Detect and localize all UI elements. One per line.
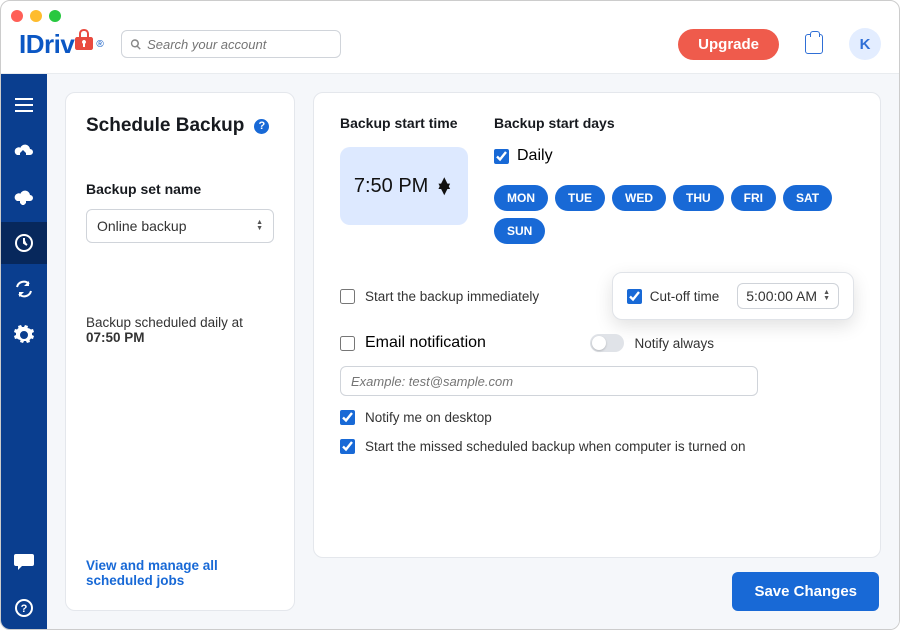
email-notification-checkbox[interactable]: [340, 336, 355, 351]
sidebar-item-help[interactable]: ?: [1, 587, 47, 629]
schedule-summary-time: 07:50 PM: [86, 330, 145, 345]
search-input-wrap[interactable]: [121, 30, 341, 58]
cloud-down-icon: [13, 189, 35, 205]
start-time-value: 7:50 PM: [354, 175, 428, 198]
start-time-label: Backup start time: [340, 115, 468, 131]
day-wed[interactable]: WED: [612, 185, 666, 211]
daily-checkbox[interactable]: [494, 149, 509, 164]
day-thu[interactable]: THU: [673, 185, 724, 211]
cutoff-time-value: 5:00:00 AM: [746, 288, 817, 304]
main-content: Schedule Backup ? Backup set name Online…: [47, 74, 899, 629]
clipboard-icon: [805, 34, 823, 54]
sidebar: ?: [1, 74, 47, 629]
view-all-jobs-link[interactable]: View and manage all scheduled jobs: [86, 558, 274, 588]
day-buttons: MON TUE WED THU FRI SAT SUN: [494, 185, 854, 244]
cutoff-popover: Cut-off time 5:00:00 AM ▲▼: [612, 272, 854, 320]
right-column: Backup start time 7:50 PM ▲▼ Backup star…: [313, 92, 881, 611]
question-icon: ?: [14, 598, 34, 618]
user-avatar[interactable]: K: [849, 28, 881, 60]
cloud-up-icon: [13, 143, 35, 159]
notify-desktop-label: Notify me on desktop: [365, 410, 492, 425]
sidebar-item-backup[interactable]: [1, 130, 47, 172]
svg-text:?: ?: [21, 603, 28, 615]
start-time-picker[interactable]: 7:50 PM ▲▼: [340, 147, 468, 225]
options-list: Start the backup immediately Cut-off tim…: [340, 272, 854, 454]
lock-icon: [74, 28, 94, 59]
sidebar-item-menu[interactable]: [1, 84, 47, 126]
registered-mark: ®: [96, 39, 103, 50]
cutoff-checkbox[interactable]: [627, 289, 642, 304]
daily-label: Daily: [517, 147, 553, 165]
app-body: ? Schedule Backup ? Backup set name Onli…: [1, 74, 899, 629]
upgrade-button[interactable]: Upgrade: [678, 29, 779, 60]
schedule-summary-card: Schedule Backup ? Backup set name Online…: [65, 92, 295, 611]
schedule-config-card: Backup start time 7:50 PM ▲▼ Backup star…: [313, 92, 881, 558]
email-notification-label: Email notification: [365, 334, 486, 352]
start-missed-checkbox[interactable]: [340, 439, 355, 454]
day-mon[interactable]: MON: [494, 185, 548, 211]
sidebar-item-scheduler[interactable]: [1, 222, 47, 264]
sidebar-item-restore[interactable]: [1, 176, 47, 218]
backup-set-label: Backup set name: [86, 181, 274, 197]
notify-always-label: Notify always: [634, 336, 714, 351]
brand-logo: IDriv ®: [19, 29, 103, 60]
app-window: IDriv ® Upgrade K ?: [0, 0, 900, 630]
email-input[interactable]: [340, 366, 758, 396]
sync-icon: [14, 279, 34, 299]
brand-text-prefix: IDriv: [19, 29, 74, 60]
notify-desktop-checkbox[interactable]: [340, 410, 355, 425]
help-icon[interactable]: ?: [254, 119, 269, 134]
start-immediately-checkbox[interactable]: [340, 289, 355, 304]
page-title: Schedule Backup: [86, 115, 244, 137]
backup-set-value: Online backup: [97, 218, 187, 234]
gear-icon: [14, 325, 34, 345]
hamburger-icon: [15, 98, 33, 112]
sidebar-item-sync[interactable]: [1, 268, 47, 310]
speech-icon: [14, 554, 34, 570]
day-fri[interactable]: FRI: [731, 185, 776, 211]
sidebar-item-settings[interactable]: [1, 314, 47, 356]
search-icon: [130, 38, 142, 51]
backup-set-select[interactable]: Online backup ▲▼: [86, 209, 274, 243]
day-sat[interactable]: SAT: [783, 185, 832, 211]
app-header: IDriv ® Upgrade K: [1, 19, 899, 74]
cutoff-time-input[interactable]: 5:00:00 AM ▲▼: [737, 283, 839, 309]
start-missed-label: Start the missed scheduled backup when c…: [365, 439, 745, 454]
select-stepper-icon: ▲▼: [256, 220, 263, 232]
save-row: Save Changes: [313, 558, 881, 611]
time-stepper-icon: ▲▼: [434, 180, 454, 192]
cutoff-label: Cut-off time: [650, 289, 720, 304]
search-input[interactable]: [147, 37, 332, 52]
day-sun[interactable]: SUN: [494, 218, 545, 244]
start-days-label: Backup start days: [494, 115, 854, 131]
sidebar-item-feedback[interactable]: [1, 541, 47, 583]
cutoff-stepper-icon: ▲▼: [823, 290, 830, 302]
activity-log-button[interactable]: [797, 27, 831, 61]
day-tue[interactable]: TUE: [555, 185, 605, 211]
schedule-summary-text: Backup scheduled daily at 07:50 PM: [86, 315, 274, 345]
save-changes-button[interactable]: Save Changes: [732, 572, 879, 611]
window-titlebar: [1, 1, 899, 19]
clock-icon: [14, 233, 34, 253]
start-immediately-label: Start the backup immediately: [365, 289, 539, 304]
notify-always-toggle[interactable]: [590, 334, 624, 352]
